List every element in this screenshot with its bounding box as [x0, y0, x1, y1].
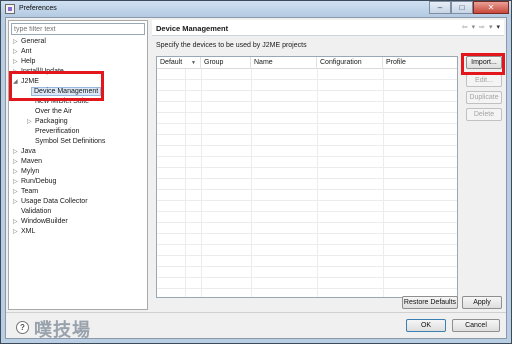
table-row [157, 69, 457, 80]
expand-icon[interactable]: ▷ [13, 57, 21, 67]
selected-tree-label: Device Management [31, 87, 102, 96]
expand-icon[interactable]: ▷ [13, 167, 21, 177]
restore-defaults-button[interactable]: Restore Defaults [402, 296, 458, 309]
table-row [157, 124, 457, 135]
expand-icon[interactable]: ▷ [13, 227, 21, 237]
cancel-button[interactable]: Cancel [452, 319, 500, 332]
page-header: Device Management ⇦ ▾ ⇨ ▾ ▾ [152, 20, 504, 36]
forward-arrow-icon[interactable]: ⇨ [479, 23, 485, 31]
edit-button[interactable]: Edit... [466, 74, 502, 87]
help-icon[interactable]: ? [16, 321, 29, 334]
table-header: Default ▼ Group Name Configuration Profi… [157, 57, 457, 69]
tree-item-windowbuilder[interactable]: ▷ WindowBuilder [13, 217, 68, 227]
column-header-profile[interactable]: Profile [383, 57, 457, 69]
tree-item-maven[interactable]: ▷ Maven [13, 157, 42, 167]
tree-item-ant[interactable]: ▷ Ant [13, 47, 32, 57]
table-row [157, 168, 457, 179]
table-row [157, 256, 457, 267]
ok-button[interactable]: OK [406, 319, 446, 332]
preference-page: Device Management ⇦ ▾ ⇨ ▾ ▾ Specify the … [152, 20, 504, 310]
preferences-window: Preferences – □ ✕ ▷General ▷Ant ▷Help ▷I… [0, 0, 512, 344]
table-row [157, 102, 457, 113]
expand-icon[interactable]: ▷ [27, 117, 35, 127]
preference-tree-pane: ▷General ▷Ant ▷Help ▷Install/Update ◢J2M… [8, 20, 148, 310]
footer-separator [6, 312, 506, 313]
back-menu-chevron-icon[interactable]: ▾ [472, 23, 476, 31]
table-row [157, 267, 457, 278]
filter-input[interactable] [11, 23, 145, 35]
column-header-name[interactable]: Name [251, 57, 317, 69]
tree-item-j2me[interactable]: ◢ J2ME [13, 77, 39, 87]
tree-item-validation[interactable]: Validation [21, 207, 51, 217]
tree-item-device-management[interactable]: Device Management [31, 87, 102, 97]
expand-icon[interactable]: ▷ [13, 67, 21, 77]
title-bar[interactable]: Preferences – □ ✕ [1, 1, 511, 17]
table-row [157, 80, 457, 91]
tree-item-help[interactable]: ▷ Help [13, 57, 35, 67]
dialog-client-area: ▷General ▷Ant ▷Help ▷Install/Update ◢J2M… [5, 17, 507, 341]
table-row [157, 179, 457, 190]
tree-item-mylyn[interactable]: ▷ Mylyn [13, 167, 39, 177]
tree-item-usage-data-collector[interactable]: ▷ Usage Data Collector [13, 197, 88, 207]
import-button[interactable]: Import... [466, 56, 502, 69]
expand-icon[interactable]: ▷ [13, 177, 21, 187]
minimize-button[interactable]: – [429, 1, 451, 14]
table-row [157, 212, 457, 223]
duplicate-button[interactable]: Duplicate [466, 91, 502, 104]
page-title: Device Management [156, 24, 229, 33]
table-row [157, 223, 457, 234]
tree-item-team[interactable]: ▷ Team [13, 187, 38, 197]
collapse-icon[interactable]: ◢ [13, 77, 21, 87]
table-row [157, 278, 457, 289]
expand-icon[interactable]: ▷ [13, 37, 21, 47]
table-row [157, 135, 457, 146]
app-icon [5, 4, 15, 14]
tree-item-symbol-set-definitions[interactable]: Symbol Set Definitions [35, 137, 105, 147]
tree-item-packaging[interactable]: ▷ Packaging [27, 117, 68, 127]
tree-item-xml[interactable]: ▷ XML [13, 227, 35, 237]
apply-button[interactable]: Apply [462, 296, 502, 309]
tree-item-install-update[interactable]: ▷ Install/Update [13, 67, 64, 77]
tree-item-run-debug[interactable]: ▷ Run/Debug [13, 177, 56, 187]
column-header-configuration[interactable]: Configuration [317, 57, 383, 69]
tree-item-new-midlet-suite[interactable]: New MIDlet Suite [35, 97, 89, 107]
expand-icon[interactable]: ▷ [13, 217, 21, 227]
watermark-logo: 噗技場 [34, 320, 91, 341]
window-title: Preferences [19, 5, 57, 12]
sort-arrow-icon: ▼ [191, 60, 196, 66]
table-row [157, 245, 457, 256]
expand-icon[interactable]: ▷ [13, 187, 21, 197]
column-header-group[interactable]: Group [201, 57, 251, 69]
tree-item-preverification[interactable]: Preverification [35, 127, 79, 137]
table-row [157, 234, 457, 245]
page-description: Specify the devices to be used by J2ME p… [156, 42, 307, 49]
expand-icon[interactable]: ▷ [13, 147, 21, 157]
table-row [157, 113, 457, 124]
close-button[interactable]: ✕ [473, 1, 509, 14]
table-row [157, 201, 457, 212]
forward-menu-chevron-icon[interactable]: ▾ [489, 23, 493, 31]
tree-item-general[interactable]: ▷ General [13, 37, 46, 47]
history-nav: ⇦ ▾ ⇨ ▾ ▾ [462, 23, 500, 31]
expand-icon[interactable]: ▷ [13, 157, 21, 167]
table-row [157, 157, 457, 168]
table-row [157, 91, 457, 102]
expand-icon[interactable]: ▷ [13, 47, 21, 57]
tree-item-java[interactable]: ▷ Java [13, 147, 36, 157]
maximize-button[interactable]: □ [451, 1, 473, 14]
table-row [157, 190, 457, 201]
table-row [157, 146, 457, 157]
tree-item-over-the-air[interactable]: Over the Air [35, 107, 72, 117]
back-arrow-icon[interactable]: ⇦ [462, 23, 468, 31]
expand-icon[interactable]: ▷ [13, 197, 21, 207]
view-menu-chevron-icon[interactable]: ▾ [496, 23, 500, 31]
device-table[interactable]: Default ▼ Group Name Configuration Profi… [156, 56, 458, 298]
delete-button[interactable]: Delete [466, 108, 502, 121]
